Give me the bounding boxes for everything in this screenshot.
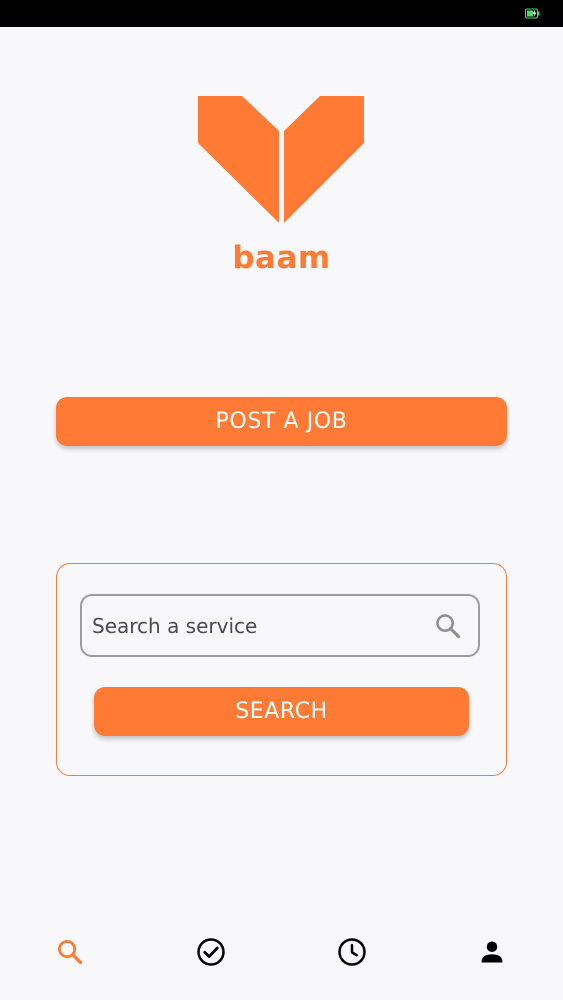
- clock-icon: [338, 938, 366, 966]
- nav-item-jobs[interactable]: [193, 934, 229, 970]
- post-job-button[interactable]: POST A JOB: [56, 397, 507, 446]
- search-field[interactable]: [80, 594, 480, 657]
- nav-item-profile[interactable]: [474, 934, 510, 970]
- battery-charging-icon: [525, 8, 540, 19]
- check-circle-icon: [197, 938, 225, 966]
- bottom-nav: [0, 918, 563, 1000]
- search-button[interactable]: SEARCH: [94, 687, 469, 736]
- status-bar: [0, 0, 563, 27]
- search-icon: [58, 940, 83, 965]
- person-icon: [481, 941, 503, 963]
- baam-logo: [198, 96, 364, 223]
- nav-item-search[interactable]: [52, 934, 88, 970]
- search-icon[interactable]: [434, 612, 462, 640]
- nav-item-history[interactable]: [334, 934, 370, 970]
- brand-name: baam: [232, 240, 331, 276]
- search-input[interactable]: [92, 596, 422, 655]
